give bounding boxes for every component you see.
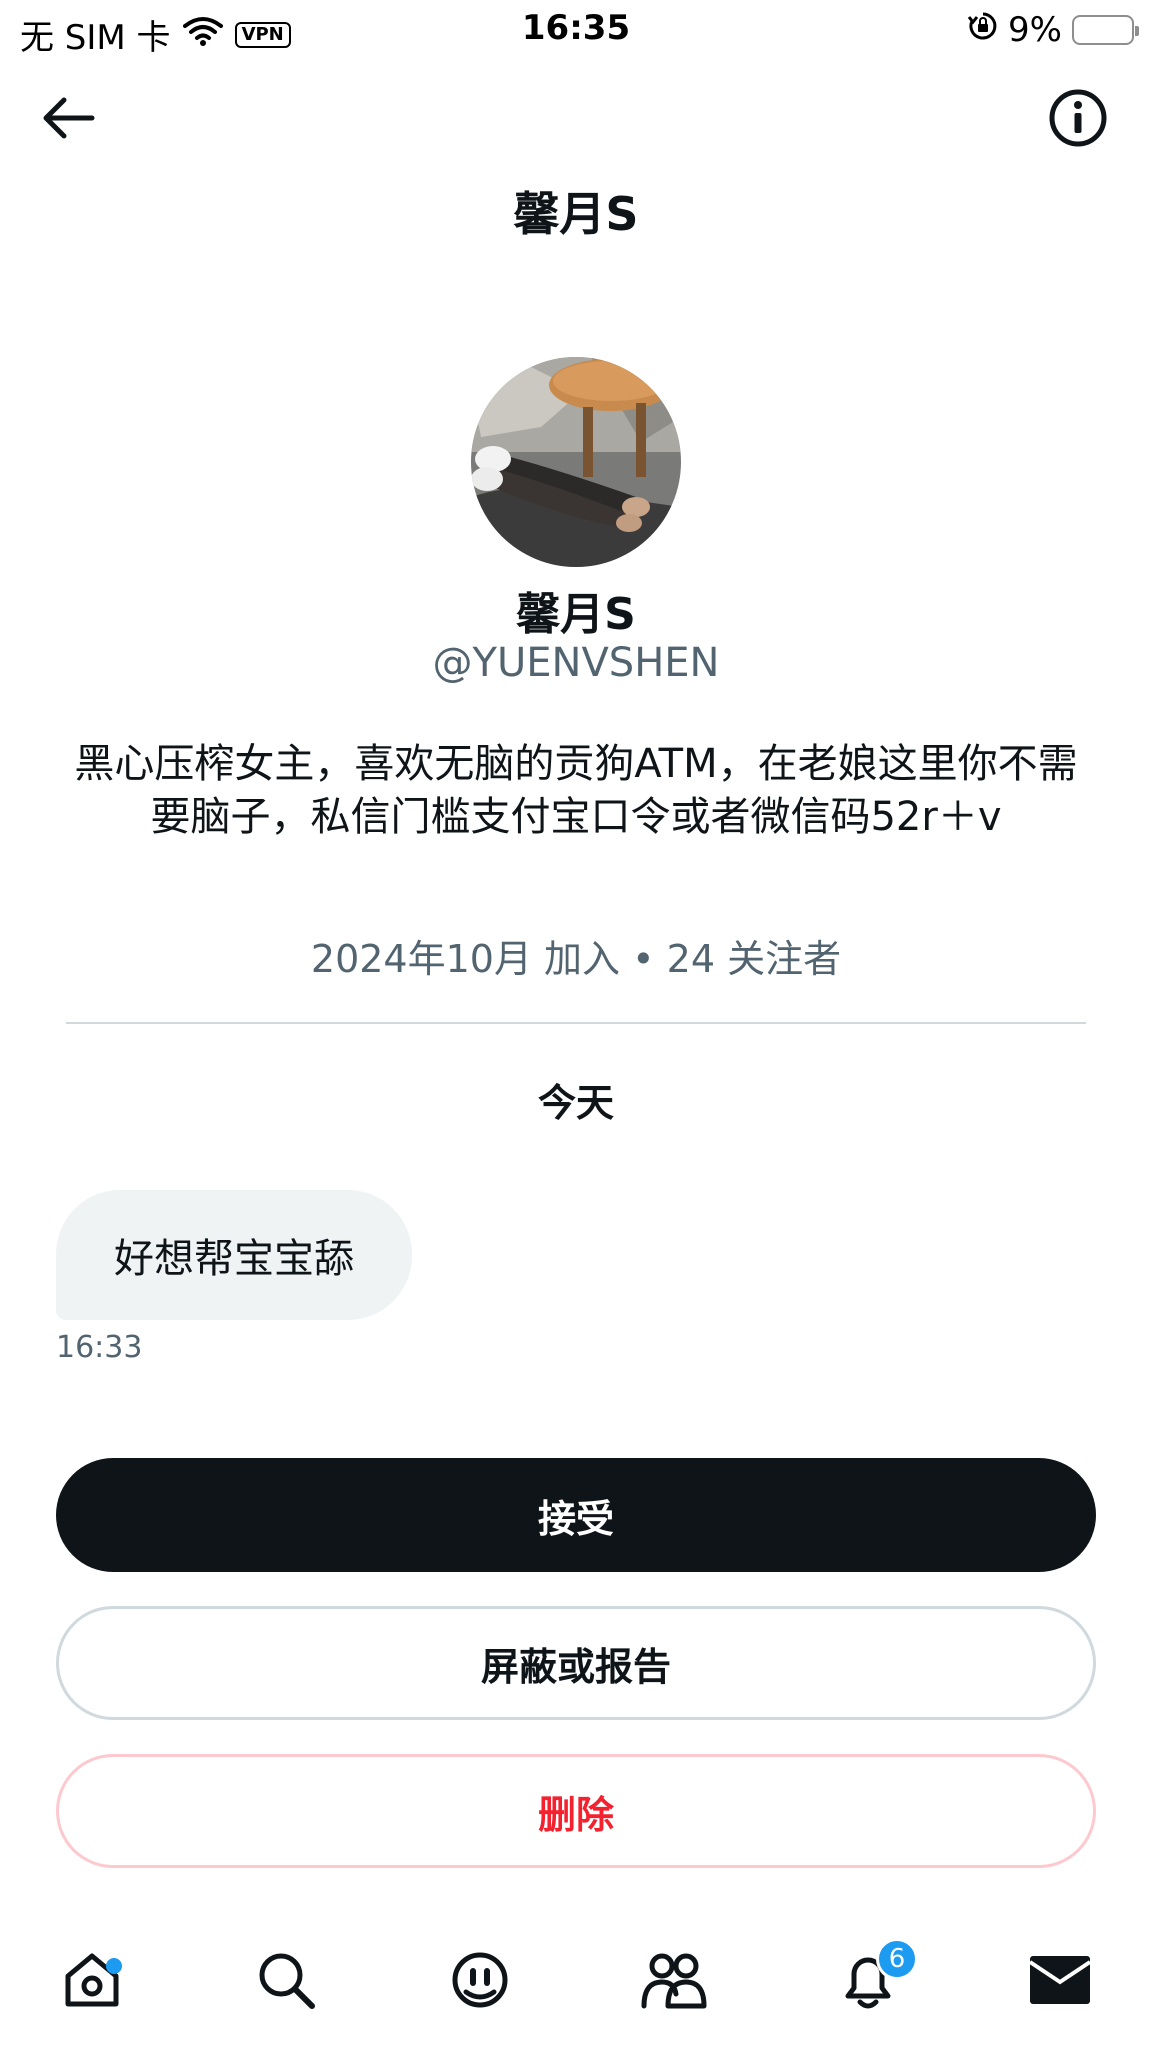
grok-icon <box>448 1948 512 2016</box>
accept-button[interactable]: 接受 <box>56 1458 1096 1572</box>
arrow-left-icon <box>40 96 96 144</box>
profile-name: 馨月S <box>516 589 636 640</box>
joined-date: 2024年10月 加入 <box>310 937 621 981</box>
info-button[interactable] <box>1044 86 1112 154</box>
search-icon <box>254 1948 318 2016</box>
status-bar: 无 SIM 卡 VPN 16:35 9% <box>0 0 1152 60</box>
profile-bio: 黑心压榨女主，喜欢无脑的贡狗ATM，在老娘这里你不需要脑子，私信门槛支付宝口令或… <box>74 741 1078 840</box>
battery-icon <box>1072 15 1139 45</box>
date-label: 今天 <box>537 1081 614 1125</box>
battery-percent: 9% <box>1008 10 1062 50</box>
block-or-report-button[interactable]: 屏蔽或报告 <box>56 1606 1096 1720</box>
tab-home[interactable] <box>52 1942 132 2022</box>
profile-meta: 2024年10月 加入 • 24 关注者 <box>0 928 1152 983</box>
orientation-lock-icon <box>967 10 998 50</box>
notifications-badge: 6 <box>876 1938 918 1980</box>
tab-grok[interactable] <box>440 1942 520 2022</box>
delete-button[interactable]: 删除 <box>56 1754 1096 1868</box>
avatar[interactable] <box>471 357 681 567</box>
meta-separator: • <box>632 937 655 981</box>
home-notification-dot <box>106 1958 122 1974</box>
message-time: 16:33 <box>56 1330 143 1365</box>
tab-communities[interactable] <box>634 1942 714 2022</box>
messages-icon <box>1028 1952 1092 2012</box>
communities-icon <box>640 1948 708 2016</box>
status-right: 9% <box>967 10 1139 50</box>
tab-bar: 6 <box>0 1920 1152 2048</box>
divider <box>66 1022 1086 1024</box>
tab-notifications[interactable]: 6 <box>828 1938 918 2022</box>
message-bubble[interactable]: 好想帮宝宝舔 <box>56 1190 412 1320</box>
tab-messages[interactable] <box>1020 1942 1100 2022</box>
back-button[interactable] <box>36 88 100 152</box>
header-title: 馨月S <box>513 187 639 241</box>
profile-handle: @YUENVSHEN <box>432 640 720 686</box>
tab-search[interactable] <box>246 1942 326 2022</box>
followers-count: 24 关注者 <box>666 937 842 981</box>
message-text: 好想帮宝宝舔 <box>114 1236 354 1282</box>
info-icon <box>1048 88 1108 152</box>
